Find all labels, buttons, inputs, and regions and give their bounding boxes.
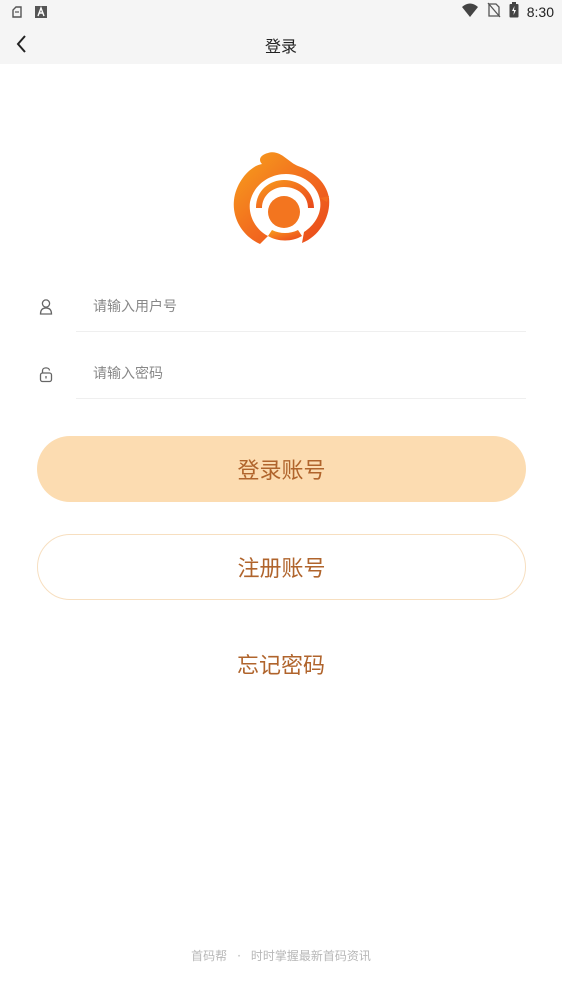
status-right: 8:30 <box>461 2 554 22</box>
username-divider <box>76 331 526 332</box>
register-button[interactable]: 注册账号 <box>37 534 526 600</box>
app-logo <box>228 150 334 250</box>
password-divider <box>76 398 526 399</box>
login-button[interactable]: 登录账号 <box>37 436 526 502</box>
nav-bar: 登录 <box>0 24 562 64</box>
status-left <box>10 4 48 23</box>
user-icon <box>38 298 54 316</box>
password-input[interactable] <box>76 349 526 399</box>
status-bar: 8:30 <box>0 0 562 24</box>
page-title: 登录 <box>264 37 297 56</box>
username-field <box>38 282 526 332</box>
footer: 首码帮 · 时时掌握最新首码资讯 <box>0 947 562 964</box>
footer-separator: · <box>237 949 241 963</box>
footer-brand: 首码帮 <box>191 949 228 963</box>
forgot-password-link[interactable]: 忘记密码 <box>0 648 562 680</box>
username-input[interactable] <box>76 282 526 332</box>
notification-icon <box>10 4 24 23</box>
lock-icon <box>38 365 54 383</box>
a-icon <box>34 4 48 23</box>
battery-icon <box>509 2 519 22</box>
footer-slogan: 时时掌握最新首码资讯 <box>250 949 371 963</box>
password-field <box>38 349 526 399</box>
status-time: 8:30 <box>526 4 554 20</box>
wifi-icon <box>461 2 479 22</box>
no-sim-icon <box>487 2 501 22</box>
